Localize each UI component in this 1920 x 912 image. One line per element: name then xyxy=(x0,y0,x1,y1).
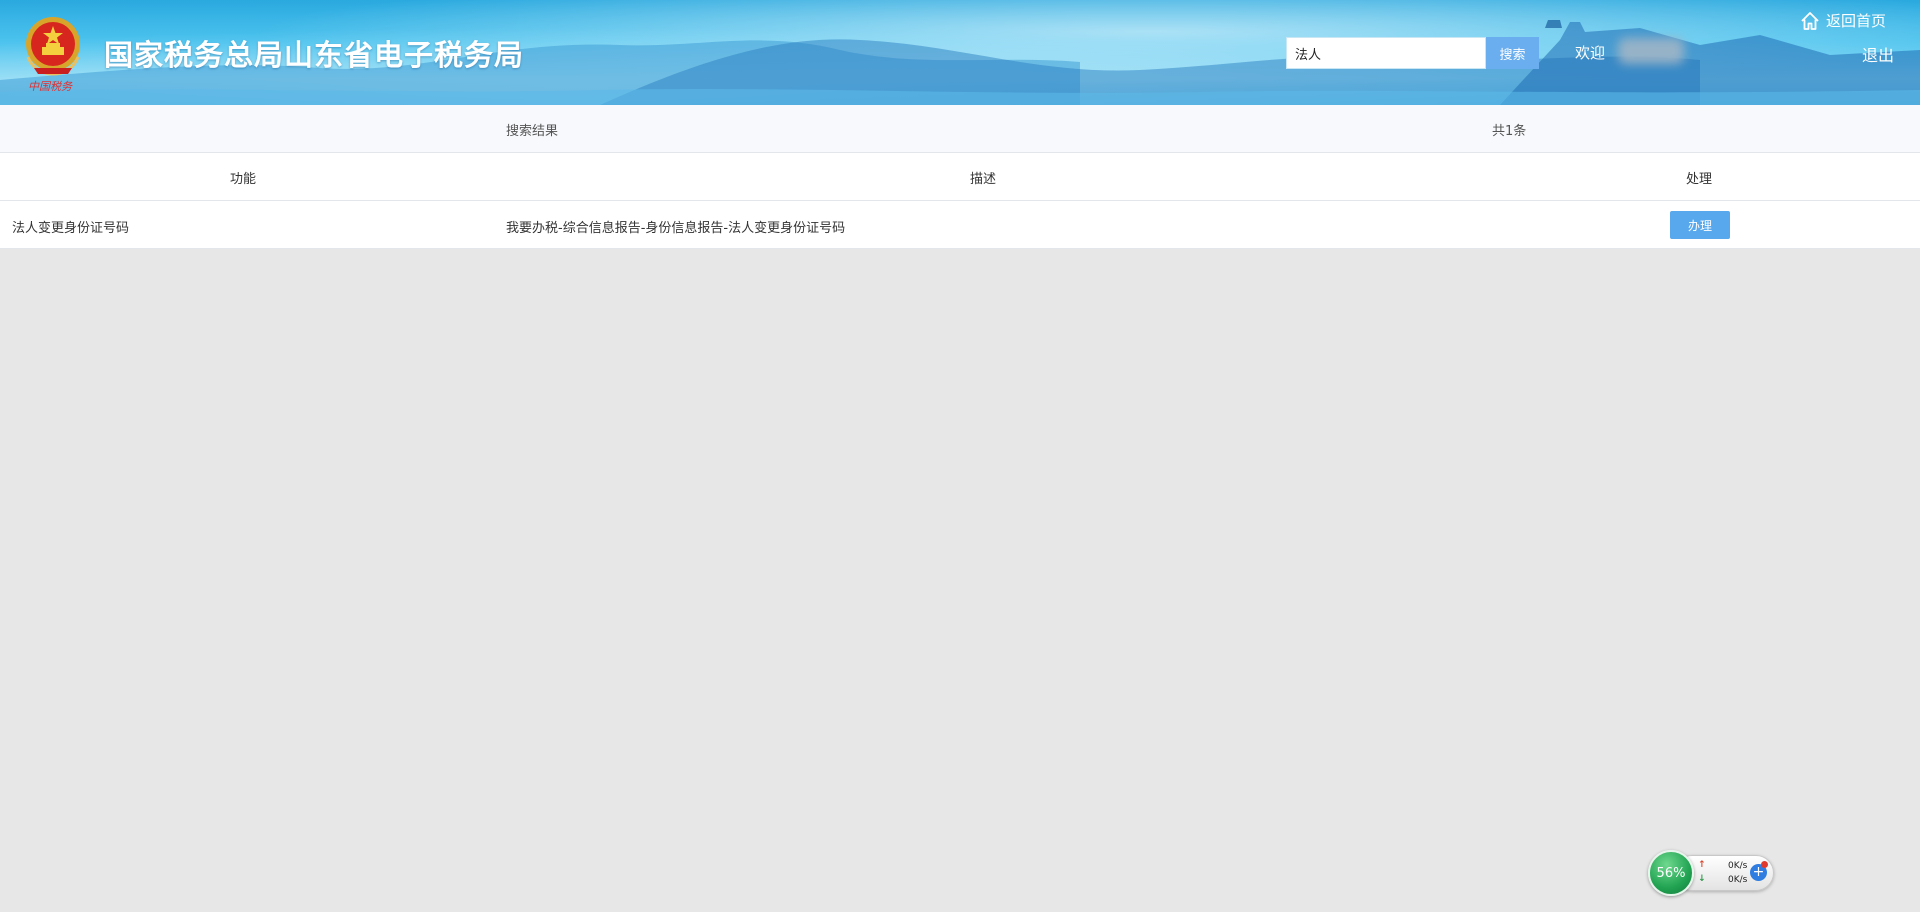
download-arrow-icon: ↓ xyxy=(1698,874,1706,884)
search-input[interactable] xyxy=(1286,37,1486,69)
column-header-action: 处理 xyxy=(1686,172,1713,187)
home-icon xyxy=(1801,11,1819,30)
emblem-caption: 中国税务 xyxy=(28,80,72,93)
home-link[interactable]: 返回首页 xyxy=(1800,10,1886,31)
row-function-name: 法人变更身份证号码 xyxy=(12,221,130,236)
row-description: 我要办税-综合信息报告-身份信息报告-法人变更身份证号码 xyxy=(506,221,846,236)
network-speed-widget[interactable]: 56% ↑ 0K/s ↓ 0K/s + xyxy=(1648,850,1774,896)
search-results-label: 搜索结果 xyxy=(506,124,559,139)
memory-usage-ball[interactable]: 56% xyxy=(1648,850,1694,896)
search-button[interactable]: 搜索 xyxy=(1486,37,1539,69)
welcome-label: 欢迎 xyxy=(1575,44,1606,62)
notification-dot xyxy=(1761,861,1768,868)
column-header-description: 描述 xyxy=(970,172,997,187)
national-emblem-logo: 中国税务 xyxy=(18,12,88,96)
memory-percent: 56% xyxy=(1656,865,1686,881)
logout-link[interactable]: 退出 xyxy=(1862,42,1894,66)
handle-button[interactable]: 办理 xyxy=(1670,211,1730,239)
results-table-header: 功能 描述 处理 xyxy=(0,153,1920,201)
site-header: 中国税务 国家税务总局山东省电子税务局 搜索 欢迎 返回首页 退出 xyxy=(0,0,1920,105)
table-row: 法人变更身份证号码 我要办税-综合信息报告-身份信息报告-法人变更身份证号码 办… xyxy=(0,201,1920,249)
search-summary-bar: 搜索结果 共1条 xyxy=(0,105,1920,153)
user-name-redacted xyxy=(1618,38,1684,64)
column-header-function: 功能 xyxy=(230,172,257,187)
site-title: 国家税务总局山东省电子税务局 xyxy=(104,38,525,72)
upload-arrow-icon: ↑ xyxy=(1698,860,1706,870)
download-speed: 0K/s xyxy=(1728,875,1748,885)
result-count: 共1条 xyxy=(1492,124,1527,139)
home-link-label: 返回首页 xyxy=(1826,12,1887,30)
upload-speed: 0K/s xyxy=(1728,861,1748,871)
